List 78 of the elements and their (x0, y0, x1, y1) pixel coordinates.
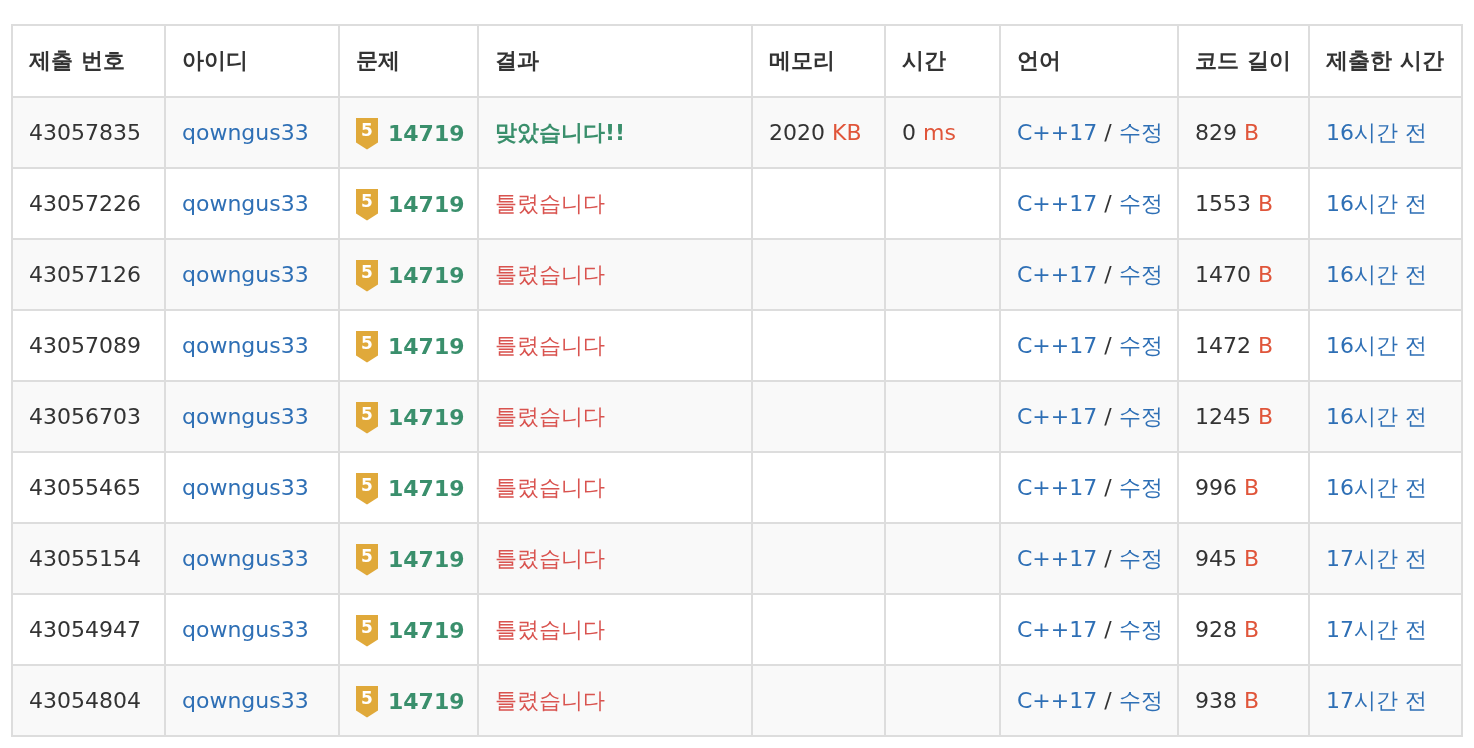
time-value: 0 (902, 120, 916, 145)
language-link[interactable]: C++17 (1017, 545, 1098, 571)
result-text: 틀렸습니다 (495, 474, 605, 500)
edit-link[interactable]: 수정 (1118, 687, 1163, 713)
code-length-value: 938 (1195, 688, 1237, 713)
code-length-unit: B (1244, 475, 1260, 500)
separator-text: / (1104, 119, 1112, 145)
code-length-unit: B (1244, 120, 1260, 145)
code-length-unit: B (1258, 262, 1274, 287)
tier-badge: 5 (356, 259, 378, 292)
separator-text: / (1104, 332, 1112, 358)
problem-link[interactable]: 14719 (388, 476, 465, 501)
problem-link[interactable]: 14719 (388, 405, 465, 430)
memory-unit: KB (832, 120, 862, 145)
code-length-unit: B (1244, 617, 1260, 642)
problem-link[interactable]: 14719 (388, 547, 465, 572)
tier-badge: 5 (356, 188, 378, 221)
code-length-unit: B (1244, 546, 1260, 571)
edit-link[interactable]: 수정 (1118, 616, 1163, 642)
problem-link[interactable]: 14719 (388, 334, 465, 359)
code-length-value: 928 (1195, 617, 1237, 642)
tier-badge: 5 (356, 614, 378, 647)
result-text: 틀렸습니다 (495, 616, 605, 642)
code-length-value: 1553 (1195, 191, 1251, 216)
memory-value: 2020 (769, 120, 825, 145)
separator-text: / (1104, 474, 1112, 500)
language-link[interactable]: C++17 (1017, 616, 1098, 642)
tier-badge: 5 (356, 543, 378, 576)
separator-text: / (1104, 261, 1112, 287)
tier-badge: 5 (356, 117, 378, 150)
tier-badge: 5 (356, 330, 378, 363)
language-link[interactable]: C++17 (1017, 190, 1098, 216)
edit-link[interactable]: 수정 (1118, 261, 1163, 287)
language-link[interactable]: C++17 (1017, 403, 1098, 429)
code-length-value: 945 (1195, 546, 1237, 571)
code-length-unit: B (1258, 404, 1274, 429)
edit-link[interactable]: 수정 (1118, 545, 1163, 571)
time-unit: ms (923, 120, 956, 145)
code-length-value: 1245 (1195, 404, 1251, 429)
edit-link[interactable]: 수정 (1118, 119, 1163, 145)
code-length-value: 829 (1195, 120, 1237, 145)
language-link[interactable]: C++17 (1017, 332, 1098, 358)
submission-id-cell: 43054804 (12, 665, 165, 736)
code-length-unit: B (1244, 688, 1260, 713)
separator-text: / (1104, 190, 1112, 216)
code-length-value: 1472 (1195, 333, 1251, 358)
language-link[interactable]: C++17 (1017, 119, 1098, 145)
code-length-value: 1470 (1195, 262, 1251, 287)
separator-text: / (1104, 616, 1112, 642)
column-header: 제출 번호 (12, 25, 165, 97)
problem-link[interactable]: 14719 (388, 192, 465, 217)
code-length-unit: B (1258, 191, 1274, 216)
problem-link[interactable]: 14719 (388, 263, 465, 288)
edit-link[interactable]: 수정 (1118, 474, 1163, 500)
tier-badge: 5 (356, 472, 378, 505)
language-link[interactable]: C++17 (1017, 261, 1098, 287)
separator-text: / (1104, 687, 1112, 713)
edit-link[interactable]: 수정 (1118, 332, 1163, 358)
tier-badge: 5 (356, 401, 378, 434)
problem-link[interactable]: 14719 (388, 689, 465, 714)
result-text: 맞았습니다!! (495, 119, 626, 145)
code-length-value: 996 (1195, 475, 1237, 500)
tier-badge: 5 (356, 685, 378, 718)
language-link[interactable]: C++17 (1017, 474, 1098, 500)
edit-link[interactable]: 수정 (1118, 190, 1163, 216)
code-length-unit: B (1258, 333, 1274, 358)
result-text: 틀렸습니다 (495, 687, 605, 713)
result-text: 틀렸습니다 (495, 403, 605, 429)
result-text: 틀렸습니다 (495, 545, 605, 571)
problem-link[interactable]: 14719 (388, 121, 465, 146)
separator-text: / (1104, 545, 1112, 571)
edit-link[interactable]: 수정 (1118, 403, 1163, 429)
language-link[interactable]: C++17 (1017, 687, 1098, 713)
separator-text: / (1104, 403, 1112, 429)
result-text: 틀렸습니다 (495, 261, 605, 287)
result-text: 틀렸습니다 (495, 332, 605, 358)
problem-link[interactable]: 14719 (388, 618, 465, 643)
result-text: 틀렸습니다 (495, 190, 605, 216)
